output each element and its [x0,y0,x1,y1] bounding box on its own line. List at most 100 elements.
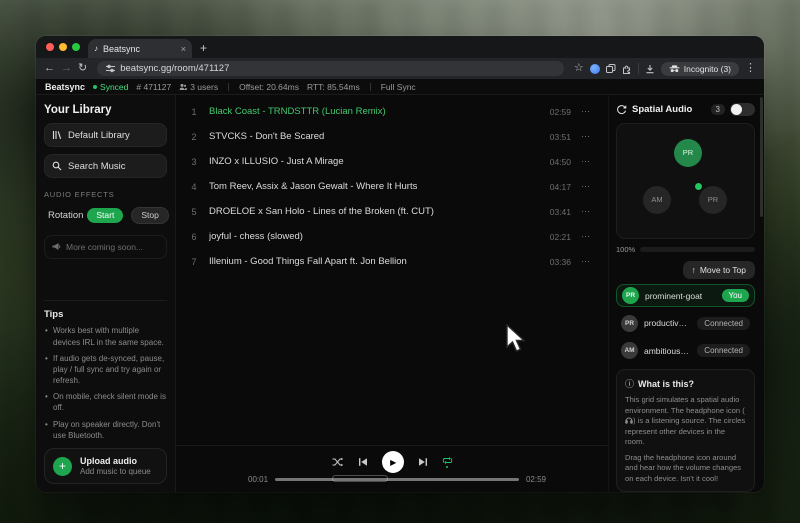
minimize-window-button[interactable] [59,43,67,51]
track-row[interactable]: 7 Illenium - Good Things Fall Apart ft. … [176,249,608,274]
user-row[interactable]: AM ambitious-ostrich Connected [616,340,755,363]
upload-audio-button[interactable]: + Upload audio Add music to queue [44,448,167,484]
users-count: 3 users [179,82,218,92]
rotation-stop-button[interactable]: Stop [131,207,169,224]
spatial-audio-icon [616,104,627,115]
device-node[interactable]: PR [699,186,727,214]
forward-icon[interactable]: → [61,63,72,74]
track-row[interactable]: 1 Black Coast - TRNDSTTR (Lucian Remix) … [176,99,608,124]
track-menu-icon[interactable]: ⋯ [581,181,590,192]
new-tab-button[interactable]: + [200,41,207,55]
toolbar-divider [638,63,639,74]
spatial-count-badge: 3 [711,104,725,115]
more-coming-soon-note: More coming soon... [44,235,167,259]
address-bar[interactable]: beatsync.gg/room/471127 [97,61,564,76]
audio-effects-heading: AUDIO EFFECTS [44,190,167,199]
info-paragraph: This grid simulates a spatial audio envi… [625,395,746,447]
user-row[interactable]: PR prominent-goat You [616,284,755,307]
timeline: 00:01 02:59 [176,473,608,484]
close-tab-icon[interactable]: × [181,44,186,54]
back-icon[interactable]: ← [44,63,55,74]
track-menu-icon[interactable]: ⋯ [581,256,590,267]
users-icon [179,83,187,91]
drag-handle[interactable] [332,475,388,482]
track-number: 7 [189,257,199,267]
up-arrow-icon: ↑ [692,265,696,275]
search-music-label: Search Music [68,161,126,172]
info-title: What is this? [638,379,694,389]
spatial-audio-header: Spatial Audio 3 [616,101,755,118]
tip-item: If audio gets de-synced, pause, play / f… [44,353,167,387]
full-sync-button[interactable]: Full Sync [381,82,416,92]
track-menu-icon[interactable]: ⋯ [581,156,590,167]
avatar: AM [621,342,638,359]
rotation-start-button[interactable]: Start [87,208,123,223]
tip-item: Play on speaker directly. Don't use Blue… [44,419,167,441]
user-badge: Connected [697,344,750,357]
track-menu-icon[interactable]: ⋯ [581,206,590,217]
user-row[interactable]: PR productive-grassho... Connected [616,312,755,335]
download-icon[interactable] [645,64,655,74]
zoom-window-button[interactable] [72,43,80,51]
track-row[interactable]: 6 joyful - chess (slowed) 02:21 ⋯ [176,224,608,249]
track-number: 4 [189,182,199,192]
header-divider [370,83,371,91]
default-library-button[interactable]: Default Library [44,123,167,147]
megaphone-icon [52,242,61,251]
window-controls [44,36,88,58]
reload-icon[interactable]: ↻ [78,63,87,74]
sync-status-label: Synced [100,82,128,92]
scrollbar[interactable] [760,97,763,217]
tab-strip: ♪ Beatsync × + [36,36,764,58]
track-menu-icon[interactable]: ⋯ [581,106,590,117]
incognito-badge[interactable]: Incognito (3) [661,62,739,76]
library-sidebar: Your Library Default Library Search Musi… [36,95,176,492]
library-icon [52,130,62,140]
headphone-listener-icon[interactable] [694,182,703,191]
play-button[interactable]: ▶ [382,451,404,473]
track-row[interactable]: 3 INZO x ILLUSIO - Just A Mirage 04:50 ⋯ [176,149,608,174]
extension-icon[interactable] [590,64,600,74]
seek-bar[interactable] [275,478,519,481]
next-track-icon[interactable] [418,457,428,467]
track-menu-icon[interactable]: ⋯ [581,231,590,242]
track-row[interactable]: 5 DROELOE x San Holo - Lines of the Brok… [176,199,608,224]
track-menu-icon[interactable]: ⋯ [581,131,590,142]
track-list: 1 Black Coast - TRNDSTTR (Lucian Remix) … [176,95,608,445]
track-title: INZO x ILLUSIO - Just A Mirage [209,156,540,167]
tips-list: Works best with multiple devices IRL in … [44,325,167,441]
user-name: prominent-goat [645,291,716,301]
browser-menu-icon[interactable]: ⋮ [745,63,756,74]
track-duration: 04:50 [550,157,571,167]
move-to-top-button[interactable]: ↑ Move to Top [683,261,755,279]
user-badge: You [722,289,750,302]
previous-track-icon[interactable] [358,457,368,467]
repeat-active-dot [446,466,448,468]
device-node[interactable]: PR [674,139,702,167]
sync-status: Synced [93,82,128,92]
extensions-puzzle-icon[interactable] [622,64,632,74]
user-badge: Connected [697,317,750,330]
close-window-button[interactable] [46,43,54,51]
url-text: beatsync.gg/room/471127 [120,63,229,74]
browser-tab[interactable]: ♪ Beatsync × [88,39,192,58]
shuffle-icon[interactable] [332,457,344,467]
track-duration: 02:59 [550,107,571,117]
spatial-audio-toggle[interactable] [730,103,755,116]
incognito-icon [669,65,680,73]
bookmark-star-icon[interactable]: ☆ [574,63,584,74]
track-duration: 04:17 [550,182,571,192]
search-music-button[interactable]: Search Music [44,154,167,178]
tab-groups-icon[interactable] [606,64,616,74]
incognito-label: Incognito (3) [684,64,731,74]
site-settings-icon[interactable] [106,64,115,73]
volume-row: 100% [616,245,755,254]
repeat-icon[interactable] [442,456,453,468]
device-node[interactable]: AM [643,186,671,214]
info-icon: ⓘ [625,377,634,390]
track-row[interactable]: 4 Tom Reev, Assix & Jason Gewalt - Where… [176,174,608,199]
spatial-grid[interactable]: PR AM PR [616,123,755,239]
more-coming-soon-label: More coming soon... [66,242,143,252]
track-row[interactable]: 2 STVCKS - Don't Be Scared 03:51 ⋯ [176,124,608,149]
track-title: Tom Reev, Assix & Jason Gewalt - Where I… [209,181,540,192]
